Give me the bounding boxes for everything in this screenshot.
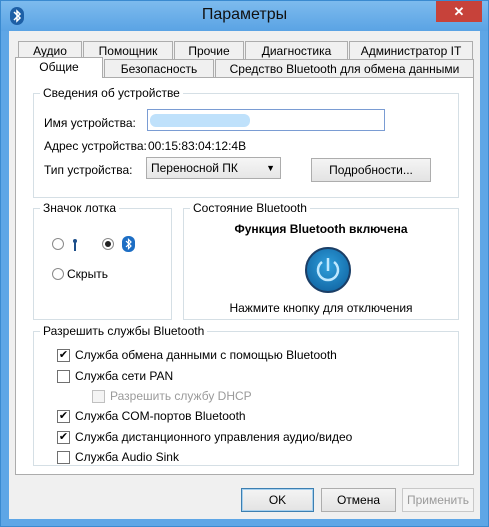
device-type-label: Тип устройства:: [44, 163, 133, 177]
title-bar[interactable]: Параметры ✕: [1, 1, 488, 31]
device-info-group: Сведения об устройстве Имя устройства: А…: [33, 86, 459, 198]
tab-it-admin[interactable]: Администратор IT: [349, 41, 473, 59]
com-port-service-label: Служба COM-портов Bluetooth: [75, 409, 246, 423]
bluetooth-power-button[interactable]: [305, 247, 351, 293]
ok-button[interactable]: OK: [241, 488, 314, 512]
bluetooth-state-group: Состояние Bluetooth Функция Bluetooth вк…: [183, 201, 459, 320]
device-info-group-title: Сведения об устройстве: [40, 86, 183, 100]
dhcp-service-label: Разрешить службу DHCP: [110, 389, 252, 403]
dhcp-service-checkbox[interactable]: [92, 390, 105, 403]
audio-sink-service-checkbox[interactable]: [57, 451, 70, 464]
details-button[interactable]: Подробности...: [311, 158, 431, 182]
device-type-value: Переносной ПК: [151, 161, 238, 175]
tray-icon-group-title: Значок лотка: [40, 201, 120, 215]
general-tab-panel: Сведения об устройстве Имя устройства: А…: [15, 77, 474, 475]
device-name-label: Имя устройства:: [44, 116, 136, 130]
device-address-value: 00:15:83:04:12:4B: [148, 139, 247, 153]
bluetooth-state-group-title: Состояние Bluetooth: [190, 201, 310, 215]
tray-icon-group: Значок лотка Скрыть: [33, 201, 172, 320]
power-icon: [316, 258, 340, 282]
device-address-label: Адрес устройства:: [44, 139, 147, 153]
tray-icon-option-hide[interactable]: [52, 268, 64, 280]
tray-icon-option-bluetooth[interactable]: [102, 238, 114, 250]
bluetooth-services-group-title: Разрешить службы Bluetooth: [40, 324, 208, 338]
small-bluetooth-icon: [73, 239, 77, 251]
tab-bt-exchange-tool[interactable]: Средство Bluetooth для обмена данными: [215, 59, 474, 77]
av-remote-service-label: Служба дистанционного управления аудио/в…: [75, 430, 353, 444]
tray-icon-option-none[interactable]: [52, 238, 64, 250]
pan-service-label: Служба сети PAN: [75, 369, 174, 383]
pan-service-checkbox[interactable]: [57, 370, 70, 383]
tab-diagnostics[interactable]: Диагностика: [245, 41, 348, 59]
bluetooth-services-group: Разрешить службы Bluetooth ✔ Служба обме…: [33, 324, 459, 466]
close-button[interactable]: ✕: [436, 1, 482, 22]
device-name-field[interactable]: [147, 109, 385, 131]
device-name-value-redacted: [150, 114, 250, 127]
tab-security[interactable]: Безопасность: [104, 59, 214, 77]
tab-other[interactable]: Прочие: [174, 41, 244, 59]
cancel-button[interactable]: Отмена: [321, 488, 396, 512]
av-remote-service-checkbox[interactable]: ✔: [57, 431, 70, 444]
options-window: Параметры ✕ Аудио Помощник Прочие Диагно…: [0, 0, 489, 527]
bluetooth-toggle-hint: Нажмите кнопку для отключения: [229, 301, 413, 315]
file-transfer-service-label: Служба обмена данными с помощью Bluetoot…: [75, 348, 337, 362]
audio-sink-service-label: Служба Audio Sink: [75, 450, 179, 464]
tray-icon-option-small[interactable]: [72, 238, 77, 251]
file-transfer-service-checkbox[interactable]: ✔: [57, 349, 70, 362]
apply-button[interactable]: Применить: [402, 488, 474, 512]
tab-general[interactable]: Общие: [15, 57, 103, 78]
device-type-select[interactable]: Переносной ПК ▼: [146, 157, 281, 179]
hide-label: Скрыть: [67, 267, 108, 281]
bluetooth-icon: [122, 236, 135, 252]
chevron-down-icon: ▼: [266, 163, 275, 173]
window-title: Параметры: [201, 6, 288, 23]
bluetooth-status-text: Функция Bluetooth включена: [234, 222, 408, 236]
com-port-service-checkbox[interactable]: ✔: [57, 410, 70, 423]
